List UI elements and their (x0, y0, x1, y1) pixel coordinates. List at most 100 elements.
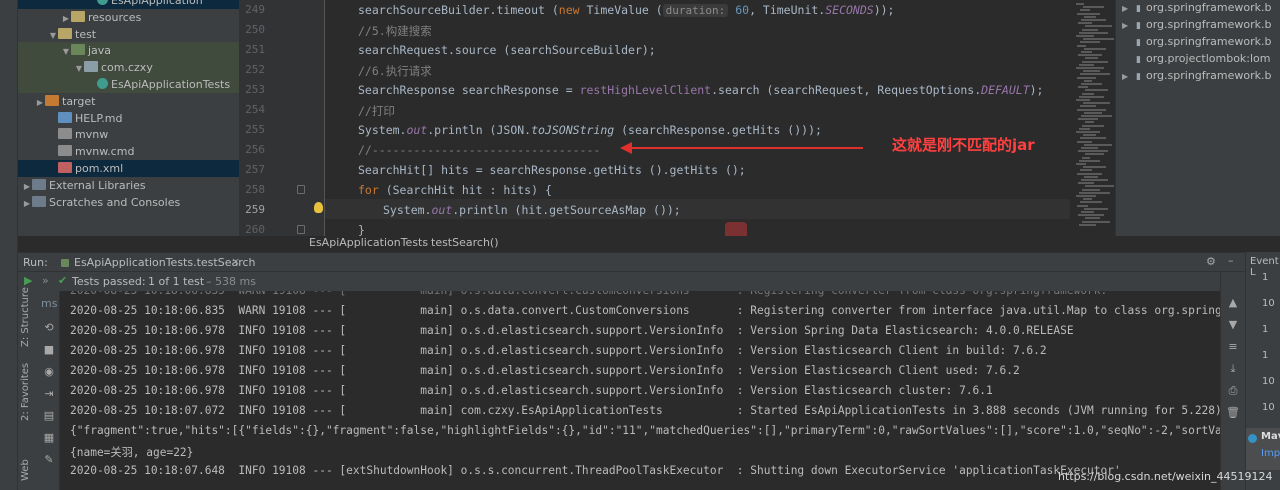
tree-item[interactable]: ▶ Scratches and Consoles (18, 194, 239, 211)
event-log-entry: 1 (1262, 350, 1269, 361)
dependency-item[interactable]: ▶ ▮ org.springframework.b (1122, 0, 1272, 16)
tree-item[interactable]: EsApiApplicationTests (18, 76, 239, 93)
breadcrumb-class[interactable]: EsApiApplicationTests (309, 236, 428, 250)
class-icon (97, 78, 108, 89)
fold-marker-icon[interactable] (297, 225, 305, 234)
tree-item[interactable]: mvnw (18, 126, 239, 143)
layout-icon[interactable]: ▤ (41, 409, 57, 422)
info-icon (1248, 434, 1257, 443)
scroll-to-end-icon[interactable]: ⤓ (1225, 362, 1241, 376)
tree-item[interactable]: ▼ java (18, 42, 239, 60)
chevron-down-icon[interactable]: ▼ (61, 43, 71, 60)
minimap-line (1081, 51, 1092, 53)
maven-notification[interactable]: Mav Imp (1246, 428, 1280, 470)
check-icon: ✔ (58, 274, 68, 287)
line-number: 250 (245, 23, 265, 36)
tree-item[interactable]: ▶ target (18, 93, 239, 110)
structure-tool-label[interactable]: Z: Structure (20, 287, 31, 347)
line-number: 254 (245, 103, 265, 116)
minimap-line (1078, 214, 1104, 217)
code-comment: //打印 (358, 104, 395, 118)
chevron-right-icon[interactable]: ▶ (1122, 17, 1136, 34)
intention-bulb-icon[interactable] (314, 202, 323, 213)
editor-gutter: 249 250 251 252 253 254 255 256 257 258 … (239, 0, 325, 236)
library-icon (32, 178, 46, 190)
tree-item-label: test (75, 27, 97, 41)
run-tab[interactable]: EsApiApplicationTests.testSearch (74, 256, 256, 269)
expand-icon[interactable]: » (42, 274, 49, 287)
favorites-tool-label[interactable]: 2: Favorites (20, 363, 31, 421)
tree-item-label: java (88, 44, 112, 58)
breadcrumb: EsApiApplicationTests › testSearch() (239, 236, 1115, 250)
tree-item[interactable]: EsApiApplication (18, 0, 239, 9)
web-tool-label[interactable]: Web (20, 459, 31, 481)
tree-item-label: HELP.md (75, 111, 123, 125)
console-right-tools: ▲ ▼ ≡ ⤓ ⎙ 🗑 (1220, 272, 1245, 490)
chevron-right-icon[interactable]: ▶ (1122, 68, 1136, 85)
exit-icon[interactable]: ⇥ (41, 387, 57, 400)
code-line: System.out.println (JSON.toJSONString (s… (358, 123, 822, 137)
tree-item-label: mvnw.cmd (75, 145, 135, 159)
code-comment: //6.执行请求 (358, 64, 432, 78)
close-tab-icon[interactable]: × (231, 255, 240, 268)
tree-item[interactable]: ▼ com.czxy (18, 59, 239, 77)
tree-item[interactable]: HELP.md (18, 110, 239, 127)
code-line: for (SearchHit hit : hits) { (358, 183, 552, 197)
folder-orange-icon (45, 94, 59, 106)
fold-marker-icon[interactable] (297, 185, 305, 194)
notification-title: Mav (1261, 431, 1280, 442)
minimap-line (1083, 134, 1096, 137)
soft-wrap-icon[interactable]: ≡ (1225, 340, 1241, 353)
stop-icon[interactable]: ■ (41, 343, 57, 356)
minimap-line (1076, 195, 1096, 197)
scroll-up-icon[interactable]: ▲ (1225, 296, 1241, 309)
console-line: 2020-08-25 10:18:06.835 WARN 19108 --- [… (70, 304, 1220, 317)
minimize-icon[interactable]: – (1228, 254, 1234, 267)
dependency-label: org.projectlombok:lom (1146, 52, 1271, 65)
dependency-item[interactable]: ▮ org.projectlombok:lom (1122, 50, 1271, 67)
minimap-line (1084, 143, 1112, 146)
minimap-line (1082, 156, 1090, 159)
search-overlay-icon (725, 222, 747, 236)
chevron-right-icon[interactable]: ▶ (22, 178, 32, 195)
tree-item[interactable]: ▶ External Libraries (18, 177, 239, 194)
restore-icon[interactable]: ⟲ (41, 321, 57, 334)
tree-item[interactable]: ▶ resources (18, 9, 239, 26)
line-number: 255 (245, 123, 265, 136)
chevron-right-icon[interactable]: ▶ (35, 94, 45, 111)
chevron-right-icon[interactable]: ▶ (22, 195, 32, 212)
minimap-line (1084, 47, 1106, 50)
minimap-line (1076, 35, 1094, 37)
maven-dependencies-panel: ▶ ▮ org.springframework.b ▶ ▮ org.springfra… (1115, 0, 1280, 236)
console-line: {name=关羽, age=22} (70, 446, 194, 459)
dependency-item[interactable]: ▶ ▮ org.springframework.b (1122, 67, 1272, 84)
tree-item[interactable]: pom.xml (18, 160, 239, 177)
chevron-right-icon[interactable]: ▶ (61, 10, 71, 27)
markdown-icon (58, 111, 72, 123)
gear-icon[interactable]: ⚙ (1206, 255, 1216, 268)
dependency-label: org.springframework.b (1146, 69, 1272, 82)
event-log-entry: 10 (1262, 376, 1275, 387)
tree-item[interactable]: mvnw.cmd (18, 143, 239, 160)
trash-icon[interactable]: 🗑 (1225, 406, 1241, 419)
dependency-item[interactable]: ▶ ▮ org.springframework.b (1122, 16, 1272, 33)
tree-item[interactable]: ▼ test (18, 26, 239, 43)
annotation-text: 这就是刚不匹配的jar (892, 136, 1035, 154)
dependency-label: org.springframework.b (1146, 18, 1272, 31)
chevron-down-icon[interactable]: ▼ (48, 27, 58, 44)
rerun-icon[interactable]: ▶ (24, 274, 32, 287)
chevron-down-icon[interactable]: ▼ (74, 60, 84, 77)
print-icon[interactable]: ⎙ (1225, 384, 1241, 398)
notification-link[interactable]: Imp (1261, 448, 1280, 459)
code-minimap[interactable] (1070, 0, 1115, 236)
dependency-item[interactable]: ▮ org.springframework.b (1122, 33, 1272, 50)
camera-icon[interactable]: ◉ (41, 365, 57, 378)
breadcrumb-method[interactable]: testSearch() (431, 236, 499, 250)
grid-icon[interactable]: ▦ (41, 431, 57, 444)
minimap-line (1077, 44, 1086, 47)
console-output[interactable]: 2020-08-25 10:18:06.835 WARN 19108 --- [… (60, 291, 1220, 490)
pin-icon[interactable]: ✎ (41, 453, 57, 466)
chevron-right-icon[interactable]: ▶ (1122, 0, 1136, 17)
code-editor[interactable]: searchSourceBuilder.timeout (new TimeVal… (325, 0, 1070, 236)
scroll-down-icon[interactable]: ▼ (1225, 318, 1241, 331)
